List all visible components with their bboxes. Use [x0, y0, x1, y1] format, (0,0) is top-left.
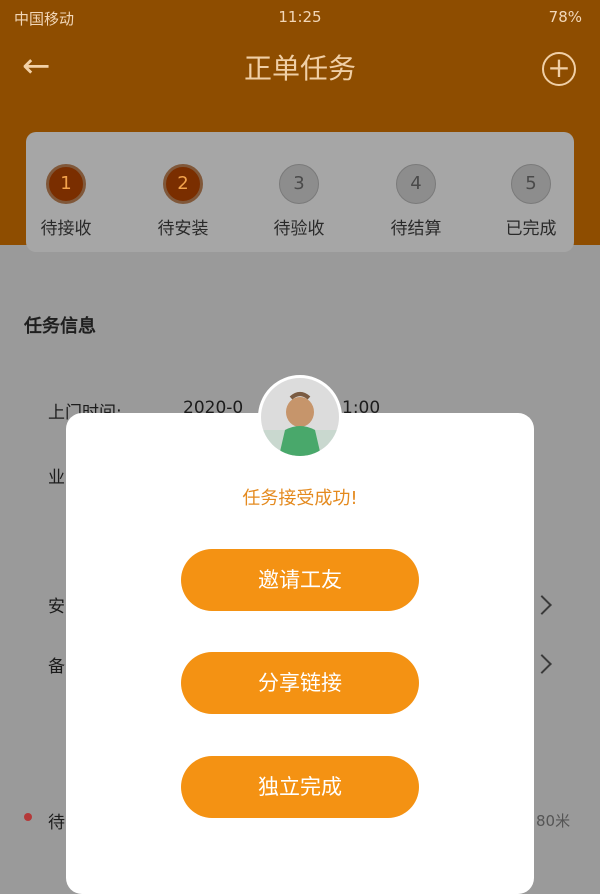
step-5: 5 已完成 [491, 164, 571, 239]
page-title: 正单任务 [243, 52, 356, 85]
background-label: 安 [48, 597, 65, 617]
step-label: 待安装 [157, 219, 209, 239]
step-label: 待验收 [273, 219, 325, 239]
invite-coworker-button[interactable]: 邀请工友 [181, 549, 419, 611]
red-dot-icon [24, 813, 32, 821]
step-label: 待接收 [40, 219, 92, 239]
step-number: 4 [396, 164, 436, 204]
complete-alone-button[interactable]: 独立完成 [181, 756, 419, 818]
battery-label: 78% [548, 8, 582, 26]
step-2: 2 待安装 [143, 164, 223, 239]
distance-label: 80米 [536, 812, 571, 830]
step-3: 3 待验收 [259, 164, 339, 239]
background-label: 备 [48, 657, 65, 677]
section-title: 任务信息 [24, 316, 96, 337]
chevron-right-icon [532, 654, 552, 674]
background-label: 待 [48, 813, 65, 833]
background-label: 业 [48, 468, 65, 488]
step-number: 3 [279, 164, 319, 204]
step-number: 2 [163, 164, 203, 204]
share-link-button[interactable]: 分享链接 [181, 652, 419, 714]
step-label: 待结算 [390, 219, 442, 239]
avatar-image [261, 378, 339, 456]
step-number: 5 [511, 164, 551, 204]
success-message: 任务接受成功! [242, 488, 358, 509]
status-bar: 中国移动 11:25 78% [0, 0, 600, 34]
user-avatar [258, 375, 342, 459]
add-icon[interactable]: + [542, 52, 576, 86]
step-4: 4 待结算 [376, 164, 456, 239]
chevron-right-icon [532, 595, 552, 615]
status-time: 11:25 [278, 8, 322, 26]
step-number: 1 [46, 164, 86, 204]
step-1: 1 待接收 [26, 164, 106, 239]
progress-steps-card: 1 待接收 2 待安装 3 待验收 4 待结算 5 已完成 [26, 132, 574, 252]
step-label: 已完成 [505, 219, 557, 239]
